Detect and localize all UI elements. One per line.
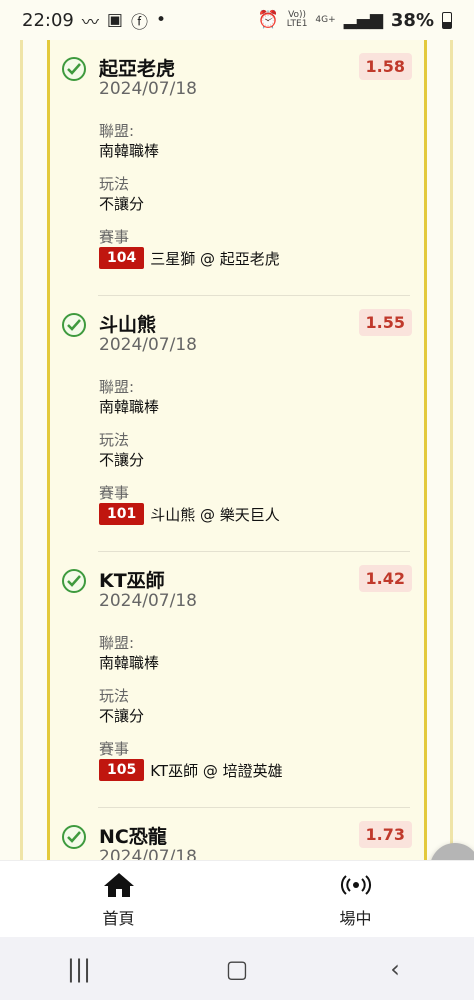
nav-home-label: 首頁	[102, 909, 135, 928]
card-column: 起亞老虎 2024/07/18 1.58 聯盟: 南韓職棒 玩法 不讓分 賽事 …	[50, 40, 424, 860]
facebook-icon: ⓕ	[130, 12, 148, 33]
event-row: 104 三星獅 @ 起亞老虎	[99, 247, 280, 269]
alarm-icon: ⏰	[257, 10, 279, 30]
league-label: 聯盟:	[99, 634, 135, 652]
back-icon[interactable]: ‹	[365, 955, 425, 983]
bet-date: 2024/07/18	[99, 847, 197, 860]
status-time: 22:09	[22, 9, 74, 31]
game-number: 101	[99, 503, 145, 525]
net-gen: 4G+	[315, 14, 336, 25]
matchup: 三星獅 @ 起亞老虎	[150, 249, 280, 268]
check-circle-icon	[62, 569, 86, 593]
nav-home[interactable]: 首頁	[0, 861, 237, 937]
play-value: 不讓分	[99, 707, 145, 725]
team-name: 起亞老虎	[99, 58, 176, 80]
bet-feed[interactable]: 起亞老虎 2024/07/18 1.58 聯盟: 南韓職棒 玩法 不讓分 賽事 …	[0, 40, 474, 860]
league-label: 聯盟:	[99, 122, 135, 140]
nav-live[interactable]: 場中	[237, 861, 474, 937]
home-circle-icon[interactable]: ▢	[207, 955, 267, 983]
check-circle-icon	[62, 825, 86, 849]
volte-bottom: LTE1	[286, 19, 308, 29]
signal-icon: ▂▄▆	[343, 10, 383, 30]
dot-icon: •	[155, 10, 166, 30]
check-circle-icon	[62, 57, 86, 81]
team-name: NC恐龍	[99, 826, 167, 848]
league-value: 南韓職棒	[99, 654, 160, 672]
image-icon: ▣	[106, 10, 123, 30]
matchup: KT巫師 @ 培證英雄	[150, 761, 283, 780]
play-value: 不讓分	[99, 195, 145, 213]
bet-date: 2024/07/18	[99, 591, 197, 611]
system-nav: ||| ▢ ‹	[0, 937, 474, 1000]
event-label: 賽事	[99, 228, 130, 246]
play-label: 玩法	[99, 687, 130, 705]
event-row: 105 KT巫師 @ 培證英雄	[99, 759, 283, 781]
bottom-nav: 首頁 場中	[0, 860, 474, 937]
event-label: 賽事	[99, 740, 130, 758]
battery-percent: 38%	[390, 9, 434, 31]
team-name: KT巫師	[99, 570, 165, 592]
game-number: 104	[99, 247, 145, 269]
divider	[98, 807, 410, 808]
event-row: 101 斗山熊 @ 樂天巨人	[99, 503, 280, 525]
battery-icon	[442, 11, 452, 29]
odds-badge: 1.42	[358, 565, 412, 592]
odds-badge: 1.58	[358, 53, 412, 80]
game-number: 105	[99, 759, 145, 781]
league-value: 南韓職棒	[99, 398, 160, 416]
divider	[98, 295, 410, 296]
rail-outer-left	[20, 40, 23, 860]
check-circle-icon	[62, 313, 86, 337]
play-label: 玩法	[99, 175, 130, 193]
status-bar: 22:09 〰 ▣ ⓕ • ⏰ Vo)) LTE1 4G+ ▂▄▆ 38%	[0, 0, 474, 40]
league-value: 南韓職棒	[99, 142, 160, 160]
event-label: 賽事	[99, 484, 130, 502]
broadcast-icon	[340, 875, 371, 895]
odds-badge: 1.73	[358, 821, 412, 848]
status-right: ⏰ Vo)) LTE1 4G+ ▂▄▆ 38%	[258, 10, 452, 31]
matchup: 斗山熊 @ 樂天巨人	[150, 505, 280, 524]
recents-icon[interactable]: |||	[49, 955, 109, 983]
status-left: 22:09 〰 ▣ ⓕ •	[22, 8, 166, 33]
rail-outer-right	[450, 40, 453, 860]
bet-date: 2024/07/18	[99, 79, 197, 99]
odds-badge: 1.55	[358, 309, 412, 336]
volte-indicator: Vo)) LTE1	[287, 11, 308, 29]
home-icon	[103, 873, 134, 897]
divider	[98, 551, 410, 552]
league-label: 聯盟:	[99, 378, 135, 396]
rail-inner-right	[424, 40, 427, 860]
play-label: 玩法	[99, 431, 130, 449]
wave-icon: 〰	[81, 12, 99, 33]
team-name: 斗山熊	[99, 314, 157, 336]
play-value: 不讓分	[99, 451, 145, 469]
bet-date: 2024/07/18	[99, 335, 197, 355]
nav-live-label: 場中	[339, 909, 372, 928]
